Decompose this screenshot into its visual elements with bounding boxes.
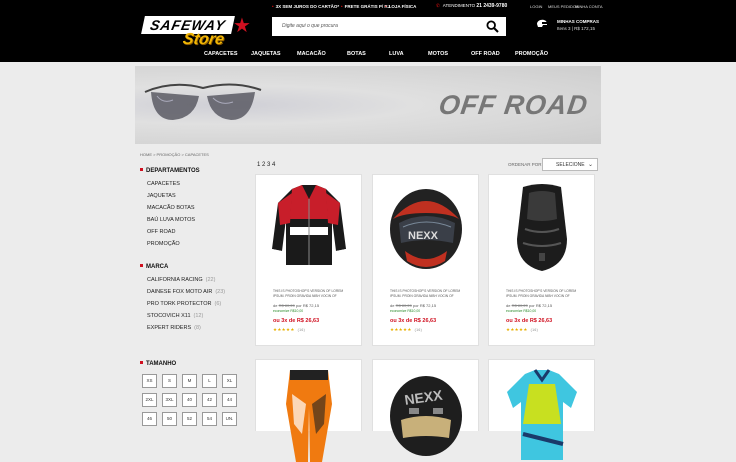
size-option[interactable]: 2XL <box>142 393 157 407</box>
size-option[interactable]: 40 <box>182 393 197 407</box>
brand-item[interactable]: PRO TORK PROTECTOR (6) <box>147 301 221 307</box>
jacket-image <box>272 185 346 265</box>
helmet-cart-icon[interactable] <box>536 17 548 29</box>
size-option[interactable]: 54 <box>202 412 217 426</box>
nav-capacetes[interactable]: CAPACETES <box>204 51 238 57</box>
backpack-image <box>517 184 567 271</box>
brand-title: MARCA <box>140 263 168 270</box>
login-link[interactable]: LOGIN <box>530 4 542 9</box>
nav-motos[interactable]: MOTOS <box>428 51 448 57</box>
product-card[interactable] <box>255 359 362 462</box>
my-account-link[interactable]: MINHA CONTA <box>575 4 602 9</box>
rating-stars: ★★★★★ (16) <box>390 327 423 332</box>
rating-stars: ★★★★★ (16) <box>273 327 306 332</box>
star-icon: ★ <box>233 15 251 37</box>
dept-off-road[interactable]: OFF ROAD <box>147 229 175 235</box>
dept-capacetes[interactable]: CAPACETES <box>147 181 180 187</box>
product-card[interactable]: THIS IS PHOTOSHOP'S VERSION OF LOREM IPS… <box>488 174 595 346</box>
safeway-store-logo[interactable]: SAFEWAY Store ★ <box>141 15 259 48</box>
size-option[interactable]: XL <box>222 374 237 388</box>
nav-off-road[interactable]: OFF ROAD <box>471 51 500 57</box>
main-nav: CAPACETES JAQUETAS MACACÃO BOTAS LUVA MO… <box>0 51 736 61</box>
phone-icon: ✆ <box>436 3 440 8</box>
cart-title[interactable]: MINHAS COMPRAS <box>557 19 599 24</box>
breadcrumb[interactable]: HOME > PROMOÇÃO > CAPACETES <box>140 152 209 157</box>
search-icon[interactable] <box>486 20 499 33</box>
size-option[interactable]: 3XL <box>162 393 177 407</box>
size-option[interactable]: XS <box>142 374 157 388</box>
cart-summary[interactable]: Itens 3 | R$ 172,15 <box>557 26 595 31</box>
size-option[interactable]: 42 <box>202 393 217 407</box>
promo-installments[interactable]: • 3X SEM JUROS DO CARTÃO* <box>272 4 339 9</box>
product-card[interactable] <box>488 359 595 460</box>
size-option[interactable]: 50 <box>162 412 177 426</box>
product-card[interactable]: THIS IS PHOTOSHOP'S VERSION OF LOREM IPS… <box>255 174 362 346</box>
dept-bau-luva-motos[interactable]: BAÚ LUVA MOTOS <box>147 217 195 223</box>
nav-luva[interactable]: LUVA <box>389 51 404 57</box>
helmet-image: NEXX <box>390 376 462 456</box>
sort-label: ORDENAR POR <box>508 162 542 167</box>
nav-botas[interactable]: BOTAS <box>347 51 366 57</box>
size-title: TAMANHO <box>140 360 176 367</box>
pagination[interactable]: 1 2 3 4 <box>257 162 275 168</box>
sunglasses-image <box>144 83 262 120</box>
sort-select[interactable]: SELECIONE ⌄ <box>542 158 598 171</box>
helmet-image: NEXX <box>390 189 462 269</box>
promo-store[interactable]: • LOJA FÍSICA <box>385 4 416 9</box>
nav-jaquetas[interactable]: JAQUETAS <box>251 51 281 57</box>
chevron-down-icon: ⌄ <box>587 162 593 168</box>
banner-title: OFF ROAD <box>436 90 591 120</box>
site-header: SAFEWAY Store ★ • 3X SEM JUROS DO CARTÃO*… <box>0 0 736 62</box>
nav-promocao[interactable]: PROMOÇÃO <box>515 51 548 57</box>
product-card[interactable]: NEXX THIS IS PHOTOSHOP'S VERSION OF LORE… <box>372 174 479 346</box>
size-option[interactable]: S <box>162 374 177 388</box>
svg-text:NEXX: NEXX <box>408 230 439 242</box>
size-option[interactable]: 46 <box>142 412 157 426</box>
size-option[interactable]: M <box>182 374 197 388</box>
size-option[interactable]: L <box>202 374 217 388</box>
brand-item[interactable]: DAINESE FOX MOTO AIR (23) <box>147 289 225 295</box>
dept-promocao[interactable]: PROMOÇÃO <box>147 241 180 247</box>
size-option[interactable]: UN. <box>222 412 237 426</box>
search-box[interactable]: Digite aqui o que procura <box>272 17 506 36</box>
dept-jaquetas[interactable]: JAQUETAS <box>147 193 176 199</box>
size-option[interactable]: 52 <box>182 412 197 426</box>
brand-item[interactable]: CALIFORNIA RACING (22) <box>147 277 215 283</box>
rating-stars: ★★★★★ (16) <box>506 327 539 332</box>
dept-macacao-botas[interactable]: MACACÃO BOTAS <box>147 205 195 211</box>
departments-title: DEPARTAMENTOS <box>140 167 200 174</box>
brand-item[interactable]: STOCOVICH X11 (12) <box>147 313 203 319</box>
promo-free-shipping[interactable]: • FRETE GRÁTIS P/ RJ <box>341 4 390 9</box>
category-banner[interactable]: OFF ROAD <box>135 66 601 144</box>
phone-contact: ✆ ATENDIMENTO 21 2439-9780 <box>436 3 508 9</box>
nav-macacao[interactable]: MACACÃO <box>297 51 326 57</box>
brand-item[interactable]: EXPERT RIDERS (8) <box>147 325 201 331</box>
search-input[interactable]: Digite aqui o que procura <box>282 23 338 29</box>
size-option[interactable]: 44 <box>222 393 237 407</box>
product-card[interactable]: NEXX <box>372 359 479 456</box>
jersey-image <box>507 369 577 460</box>
pants-image <box>286 370 332 462</box>
